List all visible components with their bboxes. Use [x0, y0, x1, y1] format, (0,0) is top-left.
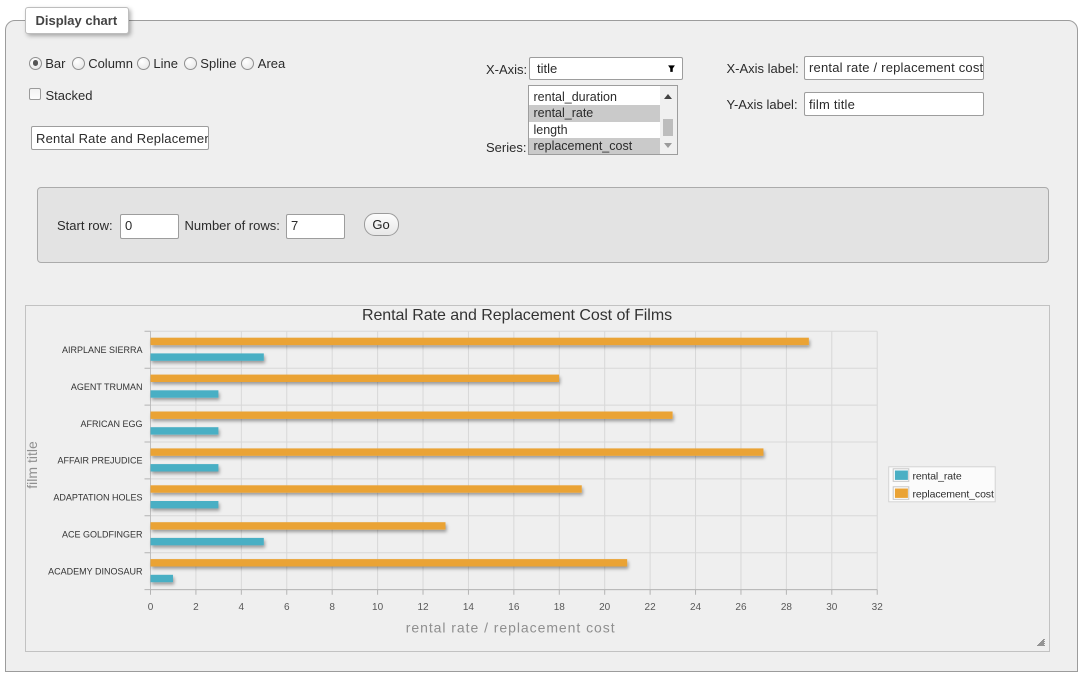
svg-text:24: 24 [689, 602, 701, 613]
svg-text:16: 16 [508, 602, 520, 613]
svg-text:28: 28 [780, 602, 792, 613]
svg-text:32: 32 [871, 602, 883, 613]
svg-text:AFFAIR PREJUDICE: AFFAIR PREJUDICE [57, 456, 142, 466]
svg-text:10: 10 [372, 602, 384, 613]
svg-text:AGENT TRUMAN: AGENT TRUMAN [70, 382, 142, 392]
svg-text:rental rate / replacement cost: rental rate / replacement cost [405, 620, 615, 636]
svg-text:2: 2 [193, 602, 199, 613]
svg-text:6: 6 [283, 602, 289, 613]
svg-text:ACE GOLDFINGER: ACE GOLDFINGER [61, 529, 142, 539]
svg-text:film title: film title [26, 441, 40, 489]
svg-text:14: 14 [462, 602, 474, 613]
svg-text:12: 12 [417, 602, 429, 613]
svg-text:26: 26 [735, 602, 747, 613]
svg-text:Rental Rate and Replacement Co: Rental Rate and Replacement Cost of Film… [361, 307, 671, 324]
svg-text:4: 4 [238, 602, 244, 613]
svg-text:rental_rate: rental_rate [912, 471, 961, 483]
svg-text:8: 8 [329, 602, 335, 613]
svg-text:AIRPLANE SIERRA: AIRPLANE SIERRA [61, 345, 142, 355]
svg-text:0: 0 [147, 602, 153, 613]
svg-text:ACADEMY DINOSAUR: ACADEMY DINOSAUR [48, 566, 143, 576]
svg-text:ADAPTATION HOLES: ADAPTATION HOLES [53, 493, 142, 503]
svg-text:20: 20 [599, 602, 611, 613]
svg-text:18: 18 [553, 602, 565, 613]
svg-text:AFRICAN EGG: AFRICAN EGG [80, 419, 142, 429]
svg-text:replacement_cost: replacement_cost [912, 489, 993, 501]
svg-text:30: 30 [826, 602, 838, 613]
svg-text:22: 22 [644, 602, 656, 613]
